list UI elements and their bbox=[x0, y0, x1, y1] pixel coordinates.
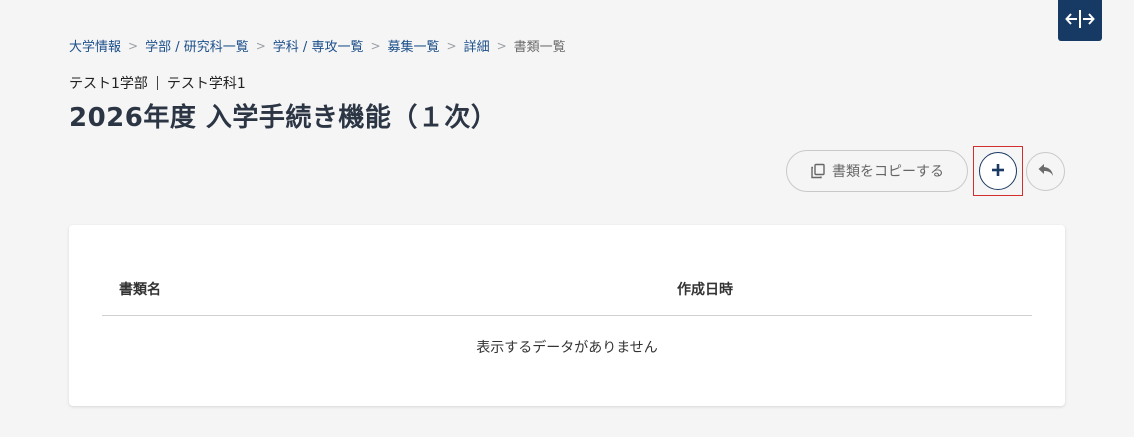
breadcrumb-separator: > bbox=[446, 38, 457, 53]
breadcrumb-link-faculty-list[interactable]: 学部 / 研究科一覧 bbox=[145, 36, 249, 55]
expand-width-button[interactable] bbox=[1058, 0, 1102, 41]
plus-icon bbox=[991, 162, 1005, 181]
breadcrumb-current: 書類一覧 bbox=[513, 40, 566, 55]
breadcrumb-separator: > bbox=[128, 38, 139, 53]
column-header-document-name[interactable]: 書類名 bbox=[119, 279, 161, 299]
breadcrumb-separator: > bbox=[496, 38, 507, 53]
department-name: テスト学科1 bbox=[166, 76, 246, 92]
table-header-divider bbox=[102, 315, 1032, 316]
breadcrumb-link-university-info[interactable]: 大学情報 bbox=[69, 36, 121, 55]
empty-table-message: 表示するデータがありません bbox=[476, 340, 658, 356]
copy-icon bbox=[810, 163, 826, 179]
faculty-name: テスト1学部 bbox=[69, 76, 148, 92]
breadcrumb: 大学情報 > 学部 / 研究科一覧 > 学科 / 専攻一覧 > 募集一覧 > 詳… bbox=[69, 36, 566, 56]
expand-horizontal-icon bbox=[1064, 8, 1096, 34]
add-document-button[interactable] bbox=[979, 152, 1017, 190]
documents-table-card: 書類名 作成日時 表示するデータがありません bbox=[69, 225, 1065, 406]
page-title: 2026年度 入学手続き機能（１次） bbox=[69, 103, 498, 133]
breadcrumb-link-recruitment-list[interactable]: 募集一覧 bbox=[388, 36, 440, 55]
subheading: テスト1学部 テスト学科1 bbox=[69, 73, 246, 93]
column-header-created-at[interactable]: 作成日時 bbox=[677, 279, 733, 299]
breadcrumb-separator: > bbox=[370, 38, 381, 53]
copy-documents-button[interactable]: 書類をコピーする bbox=[786, 150, 968, 192]
subheading-divider bbox=[156, 76, 158, 90]
reply-icon bbox=[1037, 162, 1055, 182]
back-button[interactable] bbox=[1026, 152, 1065, 191]
breadcrumb-separator: > bbox=[255, 38, 266, 53]
copy-documents-label: 書類をコピーする bbox=[832, 164, 944, 180]
breadcrumb-link-detail[interactable]: 詳細 bbox=[464, 36, 490, 55]
breadcrumb-link-department-list[interactable]: 学科 / 専攻一覧 bbox=[273, 36, 364, 55]
